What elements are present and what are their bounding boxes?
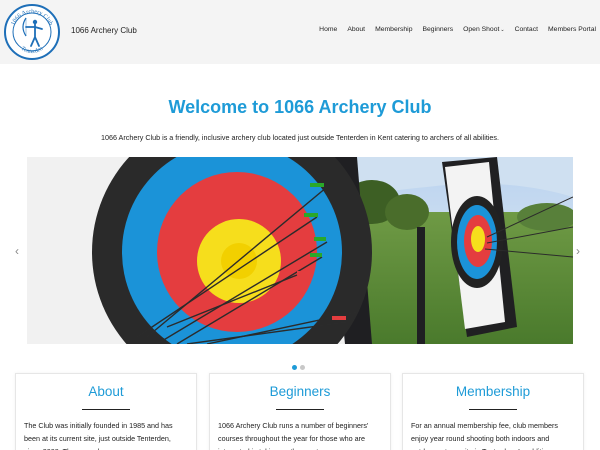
nav-home-label: Home (319, 26, 338, 33)
card-divider (276, 409, 324, 410)
card-beginners-title[interactable]: Beginners (210, 384, 390, 399)
slider-dot-1[interactable] (292, 365, 297, 370)
nav-contact[interactable]: Contact (515, 26, 538, 33)
card-beginners: Beginners 1066 Archery Club runs a numbe… (209, 373, 391, 450)
card-about: About The Club was initially founded in … (15, 373, 197, 450)
main-nav: Home About Membership Beginners Open Sho… (309, 26, 596, 33)
card-divider (469, 409, 517, 410)
page-title: Welcome to 1066 Archery Club (168, 97, 432, 117)
slide-image-archery-targets (27, 157, 573, 344)
nav-about[interactable]: About (347, 26, 365, 33)
card-membership-text: For an annual membership fee, club membe… (411, 421, 559, 450)
slider-dot-2[interactable] (300, 365, 305, 370)
nav-contact-label: Contact (514, 26, 539, 33)
nav-home[interactable]: Home (319, 26, 337, 33)
nav-beginners[interactable]: Beginners (422, 26, 453, 33)
club-logo[interactable]: 1066 Archery Club Tenterden (4, 4, 60, 60)
slider-prev-icon[interactable]: ‹ (15, 244, 19, 258)
site-title[interactable]: 1066 Archery Club (71, 26, 137, 35)
nav-beginners-label: Beginners (422, 26, 454, 33)
card-beginners-text: 1066 Archery Club runs a number of begin… (218, 421, 369, 450)
slider-next-icon[interactable]: › (576, 244, 580, 258)
nav-members-portal[interactable]: Members Portal (548, 26, 596, 33)
nav-open-shoot-label: Open Shoot (463, 26, 500, 33)
site-header: 1066 Archery Club Tenterden 1066 Archery… (0, 0, 600, 64)
nav-membership[interactable]: Membership (375, 26, 412, 33)
chevron-down-icon: ⌄ (500, 26, 505, 33)
card-membership: Membership For an annual membership fee,… (402, 373, 584, 450)
card-about-title[interactable]: About (16, 384, 196, 399)
intro-text: 1066 Archery Club is a friendly, inclusi… (100, 133, 500, 142)
nav-membership-label: Membership (375, 26, 413, 33)
nav-about-label: About (347, 26, 366, 33)
slider-pagination (292, 365, 305, 370)
card-divider (82, 409, 130, 410)
hero-slider[interactable] (27, 157, 573, 344)
nav-members-portal-label: Members Portal (548, 26, 596, 33)
card-about-text: The Club was initially founded in 1985 a… (24, 421, 173, 450)
card-membership-title[interactable]: Membership (403, 384, 583, 399)
nav-open-shoot[interactable]: Open Shoot ⌄ (463, 26, 504, 33)
